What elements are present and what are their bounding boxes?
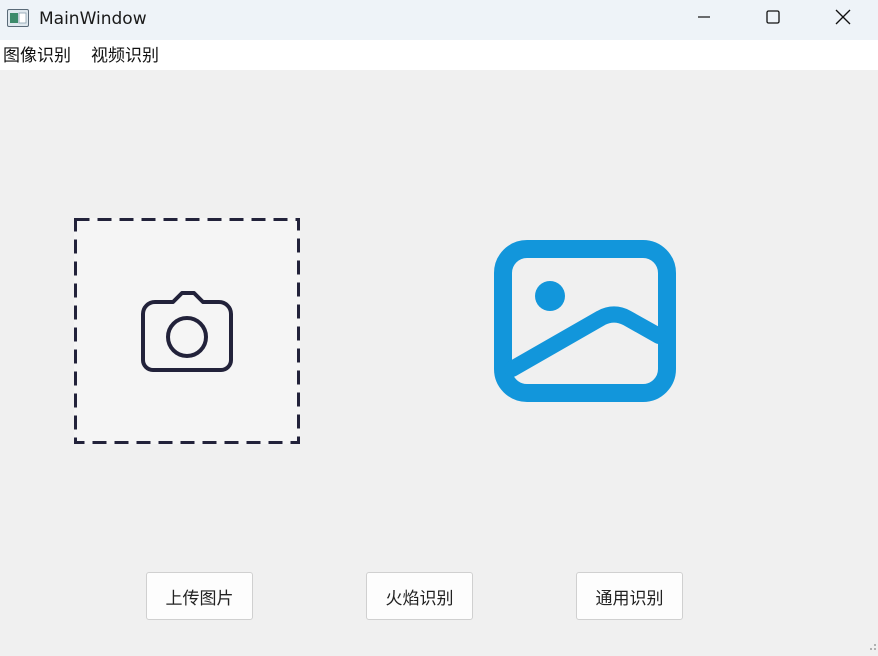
image-upload-area[interactable] [74, 218, 300, 444]
menu-bar: 图像识别 视频识别 [0, 40, 878, 70]
upload-image-button[interactable]: 上传图片 [146, 572, 253, 620]
maximize-button[interactable] [738, 0, 808, 38]
camera-icon [139, 290, 235, 378]
maximize-icon [765, 9, 781, 29]
close-button[interactable] [808, 0, 878, 38]
minimize-button[interactable] [669, 0, 739, 38]
window-title: MainWindow [39, 9, 147, 29]
image-placeholder-icon [493, 238, 677, 408]
resize-grip-icon[interactable] [869, 636, 877, 655]
app-window-icon [7, 9, 29, 27]
menu-image-recognition[interactable]: 图像识别 [3, 45, 71, 67]
fire-recognition-button[interactable]: 火焰识别 [366, 572, 473, 620]
menu-video-recognition[interactable]: 视频识别 [91, 45, 159, 67]
general-recognition-button[interactable]: 通用识别 [576, 572, 683, 620]
close-icon [834, 8, 852, 30]
title-bar: MainWindow [0, 0, 878, 40]
minimize-icon [696, 9, 712, 29]
